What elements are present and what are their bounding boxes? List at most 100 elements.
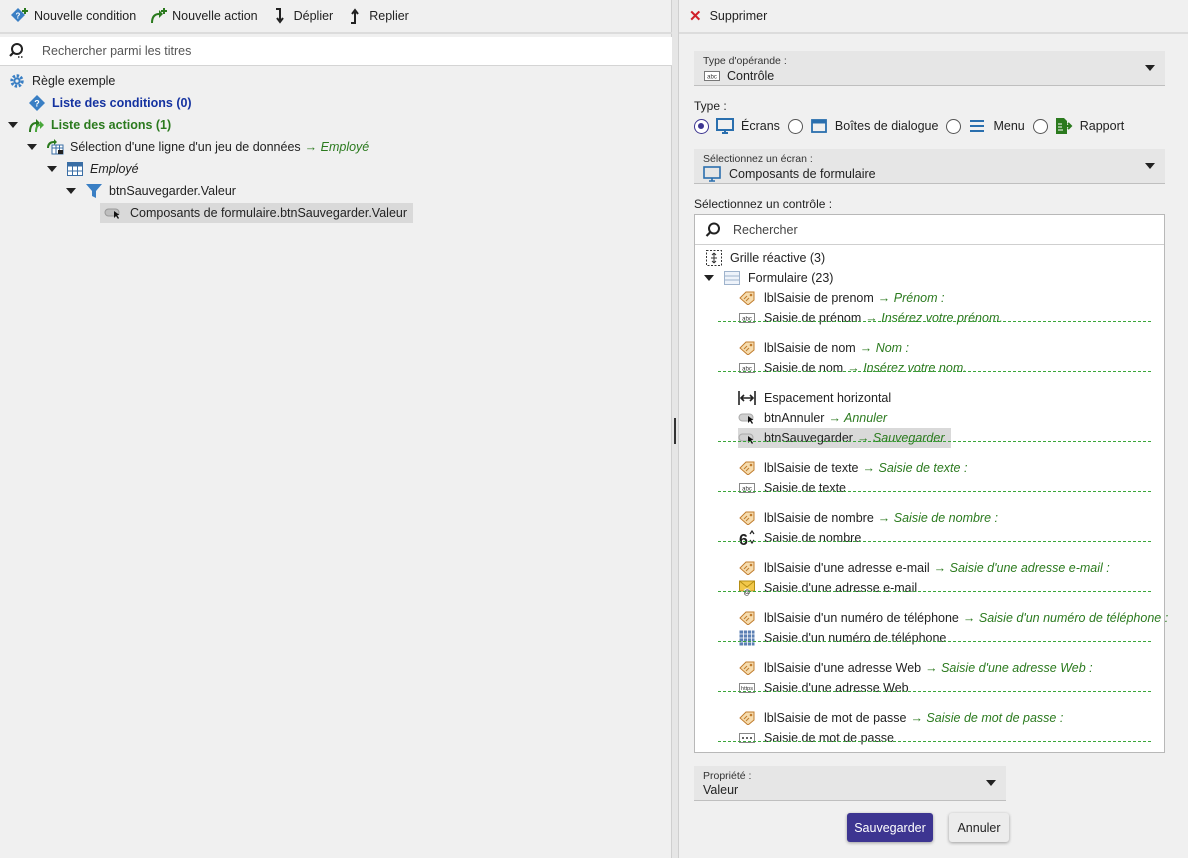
- expanded-triangle-icon[interactable]: [704, 275, 714, 281]
- tree-selection-action[interactable]: Sélection d'une ligne d'un jeu de donnée…: [27, 136, 369, 158]
- dataset-selection-icon: [46, 138, 64, 156]
- splitter-grip[interactable]: [674, 418, 676, 444]
- type-report-label: Rapport: [1079, 119, 1125, 133]
- expanded-triangle-icon[interactable]: [27, 144, 37, 150]
- control-item-target: → Saisie de texte :: [862, 461, 968, 475]
- form-label: Formulaire (23): [748, 271, 834, 285]
- control-search-input[interactable]: Rechercher: [733, 223, 798, 237]
- group-separator: [718, 541, 1151, 542]
- phone-input-icon: [738, 630, 756, 646]
- expanded-triangle-icon[interactable]: [47, 166, 57, 172]
- control-item[interactable]: lblSaisie d'une adresse Web → Saisie d'un…: [738, 658, 1093, 678]
- label-tag-icon: [738, 340, 756, 356]
- delete-button[interactable]: ✕ Supprimer: [679, 0, 1188, 34]
- control-item-selected[interactable]: btnSauvegarder → Sauvegarder: [738, 428, 951, 448]
- control-item[interactable]: lblSaisie de texte → Saisie de texte :: [738, 458, 967, 478]
- control-item[interactable]: Saisie d'un numéro de téléphone: [738, 628, 946, 648]
- control-item[interactable]: abc Saisie de nom → Insérez votre nom.: [738, 358, 967, 378]
- url-input-icon: https: [738, 680, 756, 696]
- label-tag-icon: [738, 610, 756, 626]
- tree-rule-root[interactable]: Règle exemple: [8, 70, 115, 92]
- title-search-bar[interactable]: Rechercher parmi les titres: [0, 37, 672, 66]
- control-item-name: Saisie d'un numéro de téléphone: [764, 631, 947, 645]
- tree-actions-list[interactable]: Liste des actions (1): [8, 114, 171, 136]
- new-action-button[interactable]: Nouvelle action: [148, 7, 258, 25]
- control-item[interactable]: https Saisie d'une adresse Web: [738, 678, 909, 698]
- email-input-icon: @: [738, 580, 756, 596]
- button-icon: [738, 430, 756, 446]
- text-input-icon: abc: [738, 480, 756, 496]
- control-item-name: Saisie d'une adresse Web: [764, 681, 909, 695]
- operand-type-label: Type d'opérande :: [703, 55, 787, 67]
- radio-unselected[interactable]: [787, 118, 803, 134]
- collapse-button[interactable]: Replier: [345, 7, 409, 25]
- expanded-triangle-icon[interactable]: [66, 188, 76, 194]
- selection-action-label: Sélection d'une ligne d'un jeu de donnée…: [70, 140, 301, 154]
- type-option-report[interactable]: Rapport: [1032, 117, 1125, 135]
- group-separator: [718, 741, 1151, 742]
- new-action-label: Nouvelle action: [172, 9, 258, 23]
- delete-label: Supprimer: [709, 9, 768, 23]
- control-item-name: btnAnnuler: [764, 411, 825, 425]
- expanded-triangle-icon[interactable]: [8, 122, 18, 128]
- monitor-icon: [703, 166, 721, 182]
- dialog-window-icon: [809, 117, 829, 135]
- control-item-name: btnSauvegarder: [764, 431, 853, 445]
- tree-value-node-selected[interactable]: Composants de formulaire.btnSauvegarder.…: [100, 202, 414, 224]
- control-item[interactable]: lblSaisie de mot de passe → Saisie de mot…: [738, 708, 1063, 728]
- group-separator: [718, 591, 1151, 592]
- expand-button[interactable]: Déplier: [270, 7, 333, 25]
- control-item[interactable]: abc Saisie de texte: [738, 478, 846, 498]
- new-condition-button[interactable]: ? Nouvelle condition: [10, 7, 136, 25]
- property-label: Propriété :: [703, 770, 752, 782]
- control-item-name: lblSaisie de nombre: [764, 511, 874, 525]
- type-option-screens[interactable]: Écrans: [694, 117, 780, 135]
- type-option-menu[interactable]: Menu: [946, 117, 1025, 135]
- control-item[interactable]: abc Saisie de prénom → Insérez votre préno…: [738, 308, 1003, 328]
- control-item-name: Saisie d'une adresse e-mail: [764, 581, 918, 595]
- title-search-input[interactable]: Rechercher parmi les titres: [42, 44, 191, 58]
- control-item[interactable]: @ Saisie d'une adresse e-mail: [738, 578, 917, 598]
- label-tag-icon: [738, 710, 756, 726]
- control-item[interactable]: Saisie de mot de passe: [738, 728, 894, 748]
- save-button[interactable]: Sauvegarder: [847, 813, 933, 842]
- operand-editor-pane: ✕ Supprimer Type d'opérande : abc Contrô…: [678, 0, 1188, 858]
- control-item-name: lblSaisie de prenom: [764, 291, 874, 305]
- new-condition-label: Nouvelle condition: [34, 9, 137, 23]
- radio-unselected[interactable]: [1032, 118, 1048, 134]
- control-item[interactable]: lblSaisie de nombre → Saisie de nombre :: [738, 508, 998, 528]
- control-item[interactable]: Espacement horizontal: [738, 388, 891, 408]
- svg-text:6: 6: [739, 532, 748, 546]
- cancel-button[interactable]: Annuler: [949, 813, 1009, 842]
- screen-dropdown[interactable]: Sélectionnez un écran : Composants de fo…: [694, 149, 1165, 184]
- selection-action-target: → Employé: [304, 140, 370, 154]
- group-separator: [718, 641, 1151, 642]
- radio-unselected[interactable]: [946, 118, 962, 134]
- horizontal-spacer-icon: [738, 390, 756, 406]
- chevron-down-icon: [1145, 163, 1155, 169]
- operand-type-dropdown[interactable]: Type d'opérande : abc Contrôle: [694, 51, 1165, 86]
- tree-conditions-list[interactable]: ? Liste des conditions (0): [28, 92, 192, 114]
- control-item[interactable]: lblSaisie de nom → Nom :: [738, 338, 909, 358]
- control-item[interactable]: lblSaisie de prenom → Prénom :: [738, 288, 944, 308]
- tree-dataset-node[interactable]: Employé: [47, 158, 139, 180]
- button-icon: [738, 410, 756, 426]
- control-item[interactable]: lblSaisie d'un numéro de téléphone → Sais…: [738, 608, 1168, 628]
- tree-filter-node[interactable]: btnSauvegarder.Valeur: [66, 180, 236, 202]
- group-separator: [718, 691, 1151, 692]
- chevron-down-icon: [1145, 65, 1155, 71]
- control-item[interactable]: 6 Saisie de nombre: [738, 528, 861, 548]
- control-tree-form[interactable]: Formulaire (23): [704, 268, 833, 288]
- control-item[interactable]: lblSaisie d'une adresse e-mail → Saisie d…: [738, 558, 1110, 578]
- group-separator: [718, 321, 1151, 322]
- text-input-icon: abc: [738, 360, 756, 376]
- type-option-dialogs[interactable]: Boîtes de dialogue: [787, 117, 938, 135]
- control-tree-grid[interactable]: Grille réactive (3): [705, 248, 825, 268]
- control-search-bar[interactable]: Rechercher: [695, 215, 1164, 245]
- control-item[interactable]: btnAnnuler → Annuler: [738, 408, 887, 428]
- search-icon: [705, 222, 721, 238]
- control-item-name: Saisie de nombre: [764, 531, 862, 545]
- operand-type-value: Contrôle: [727, 69, 775, 83]
- radio-selected[interactable]: [694, 118, 709, 134]
- property-dropdown[interactable]: Propriété : Valeur: [694, 766, 1006, 801]
